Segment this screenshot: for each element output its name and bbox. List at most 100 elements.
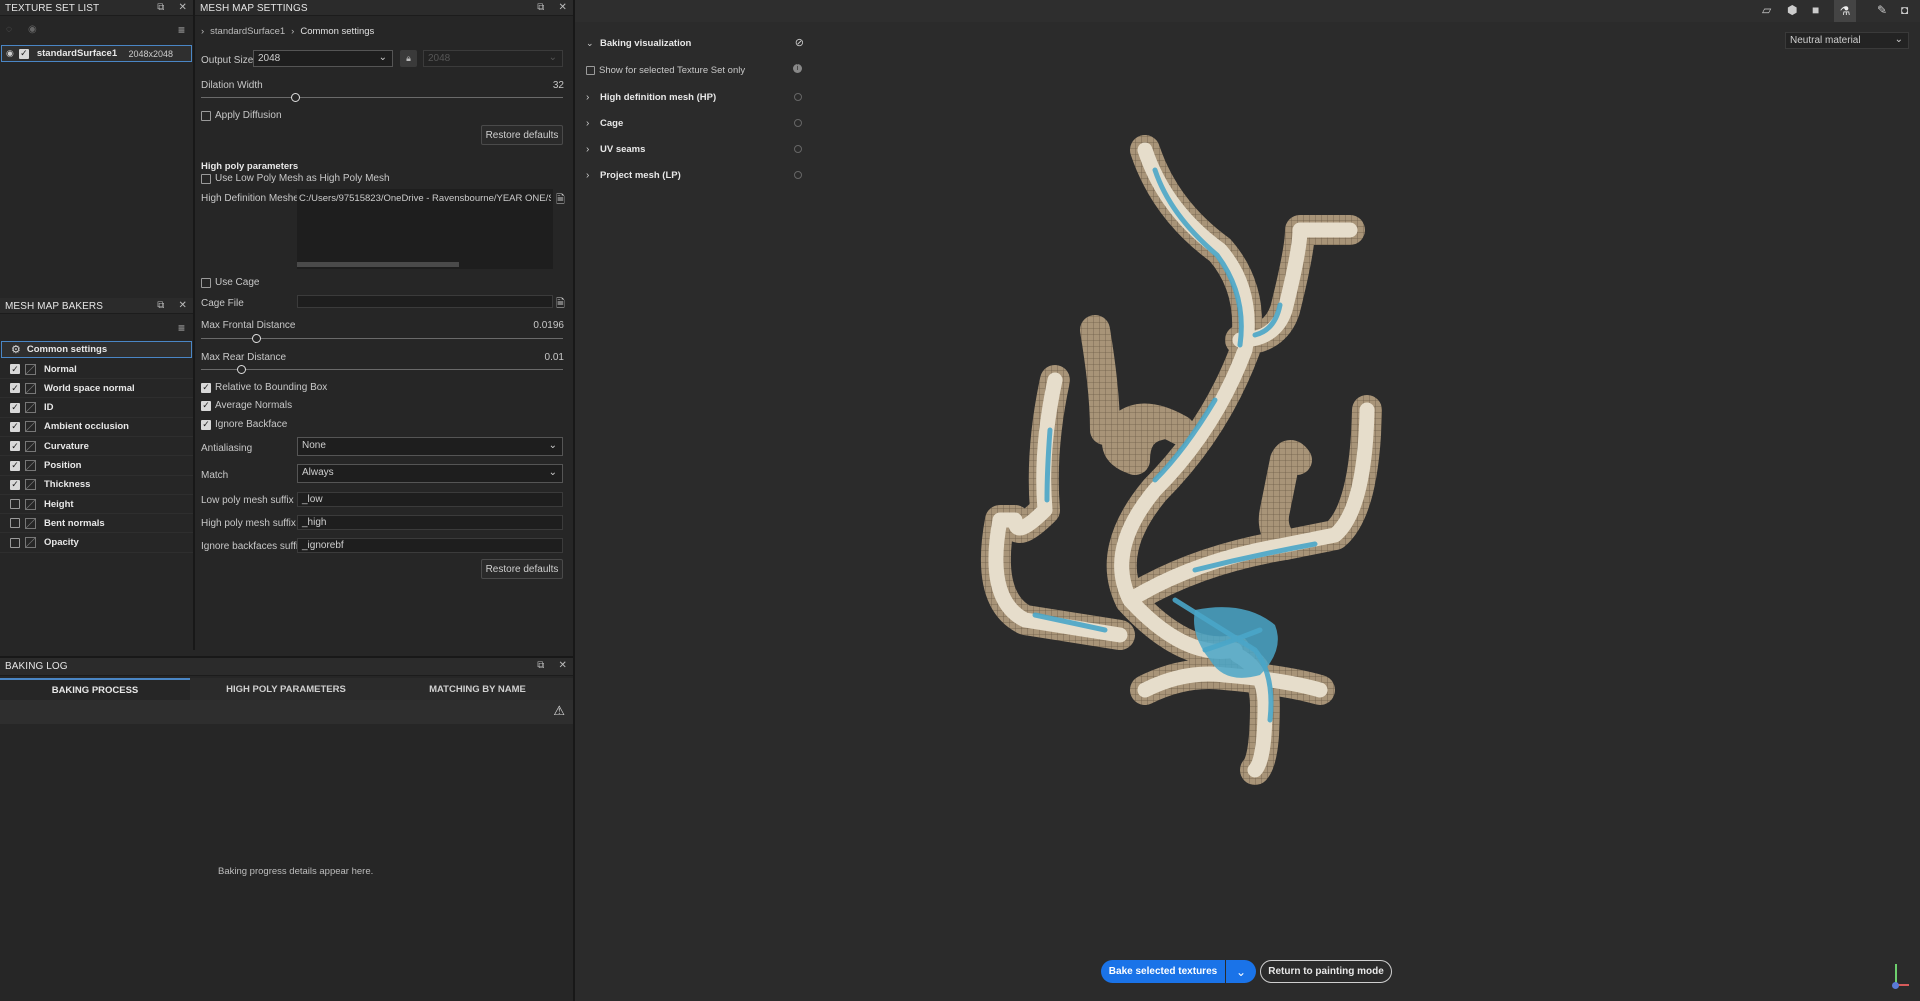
- baker-item[interactable]: ✓ World space normal: [0, 379, 193, 399]
- viz-section-uv-seams-label: UV seams: [600, 143, 646, 155]
- use-cage-checkbox[interactable]: [201, 277, 211, 288]
- cage-file-input[interactable]: [297, 295, 553, 308]
- show-selected-row[interactable]: Show for selected Texture Set only: [586, 65, 745, 76]
- baker-checkbox[interactable]: ✓: [10, 479, 20, 490]
- tab-matching-by-name[interactable]: MATCHING BY NAME: [382, 678, 573, 700]
- max-rear-slider-track[interactable]: [201, 369, 563, 370]
- restore-defaults-button-2[interactable]: Restore defaults: [481, 559, 563, 579]
- close-icon[interactable]: ✕: [559, 660, 567, 671]
- mesh-3d-model[interactable]: [955, 130, 1575, 800]
- hide-icon[interactable]: ◌: [6, 24, 12, 35]
- relative-bbox-label: Relative to Bounding Box: [215, 382, 328, 393]
- bakers-menu-icon[interactable]: ≡: [178, 321, 185, 335]
- max-rear-slider-knob[interactable]: [237, 365, 246, 374]
- baker-checkbox[interactable]: ✓: [10, 364, 20, 374]
- brush-icon[interactable]: ✎: [1877, 3, 1887, 17]
- cube-icon[interactable]: ⬢: [1787, 3, 1797, 17]
- bake-selected-button[interactable]: Bake selected textures: [1101, 960, 1225, 983]
- common-settings-item[interactable]: ⚙ Common settings: [1, 341, 192, 358]
- texture-set-item[interactable]: ◉ ✓ standardSurface1 2048x2048: [1, 45, 192, 62]
- output-size-select[interactable]: 2048 ⌄: [253, 50, 393, 67]
- baker-item[interactable]: ✓ Position: [0, 457, 193, 476]
- bake-mode-icon[interactable]: ⚗: [1834, 0, 1856, 22]
- baker-checkbox[interactable]: [10, 518, 20, 529]
- dilation-slider-knob[interactable]: [291, 93, 300, 102]
- tab-baking-process[interactable]: BAKING PROCESS: [0, 678, 190, 700]
- baker-item[interactable]: Bent normals: [0, 514, 193, 534]
- ignore-backface-row[interactable]: ✓ Ignore Backface: [201, 419, 287, 430]
- max-frontal-slider-knob[interactable]: [252, 334, 261, 343]
- apply-diffusion-row[interactable]: Apply Diffusion: [201, 110, 282, 121]
- show-selected-checkbox[interactable]: [586, 66, 595, 75]
- match-label: Match: [201, 470, 229, 481]
- breadcrumb-texture-set[interactable]: standardSurface1: [210, 26, 285, 37]
- material-select[interactable]: Neutral material ⌄: [1785, 32, 1909, 49]
- baker-item[interactable]: Opacity: [0, 534, 193, 553]
- viz-section-hp[interactable]: › High definition mesh (HP): [586, 90, 806, 104]
- relative-bbox-checkbox[interactable]: ✓: [201, 382, 211, 393]
- baker-item[interactable]: ✓ Normal: [0, 360, 193, 379]
- undock-icon[interactable]: ⧉: [537, 2, 544, 13]
- list-menu-icon[interactable]: ≡: [178, 23, 185, 37]
- use-lp-as-hp-row[interactable]: Use Low Poly Mesh as High Poly Mesh: [201, 173, 390, 184]
- baker-item[interactable]: ✓ ID: [0, 399, 193, 418]
- close-icon[interactable]: ✕: [179, 300, 187, 311]
- baker-checkbox[interactable]: ✓: [10, 421, 20, 432]
- hd-meshes-list[interactable]: C:/Users/97515823/OneDrive - Ravensbourn…: [297, 189, 553, 269]
- restore-defaults-button[interactable]: Restore defaults: [481, 125, 563, 145]
- antialiasing-select[interactable]: None ⌄: [297, 437, 563, 456]
- baker-item[interactable]: ✓ Curvature: [0, 437, 193, 457]
- baker-checkbox[interactable]: ✓: [10, 460, 20, 471]
- visibility-off-icon[interactable]: ⊘: [795, 36, 804, 49]
- baker-item[interactable]: Height: [0, 495, 193, 515]
- undock-icon[interactable]: ⧉: [157, 300, 164, 311]
- bake-options-dropdown[interactable]: ⌄: [1226, 960, 1256, 983]
- average-normals-checkbox[interactable]: ✓: [201, 400, 211, 411]
- viz-section-cage[interactable]: › Cage: [586, 116, 806, 130]
- viz-section-uv-seams[interactable]: › UV seams: [586, 142, 806, 156]
- close-icon[interactable]: ✕: [559, 2, 567, 13]
- baker-checkbox[interactable]: ✓: [10, 402, 20, 413]
- high-suffix-input[interactable]: _high: [297, 515, 563, 530]
- low-suffix-input[interactable]: _low: [297, 492, 563, 507]
- eye-icon[interactable]: ◉: [28, 24, 37, 35]
- baker-checkbox[interactable]: ✓: [10, 441, 20, 452]
- hd-meshes-scrollbar[interactable]: [297, 262, 459, 267]
- info-icon[interactable]: i: [793, 64, 802, 73]
- gear-icon: ⚙: [11, 344, 21, 356]
- use-cage-row[interactable]: Use Cage: [201, 277, 259, 288]
- screenshot-camera-icon[interactable]: ◘: [1901, 3, 1908, 17]
- baker-checkbox[interactable]: [10, 537, 20, 548]
- undock-icon[interactable]: ⧉: [537, 660, 544, 671]
- file-icon[interactable]: 🗎: [556, 191, 565, 210]
- baker-item[interactable]: ✓ Ambient occlusion: [0, 418, 193, 437]
- warning-icon[interactable]: ⚠: [553, 703, 565, 719]
- file-icon[interactable]: 🗎: [556, 295, 565, 314]
- undock-icon[interactable]: ⧉: [157, 2, 164, 13]
- viz-section-project-mesh[interactable]: › Project mesh (LP): [586, 168, 806, 182]
- ignore-suffix-input[interactable]: _ignorebf: [297, 538, 563, 553]
- selection-icon[interactable]: ▱: [1762, 3, 1771, 17]
- high-suffix-label: High poly mesh suffix: [201, 518, 296, 529]
- average-normals-row[interactable]: ✓ Average Normals: [201, 400, 292, 411]
- use-lp-as-hp-checkbox[interactable]: [201, 173, 211, 184]
- apply-diffusion-checkbox[interactable]: [201, 110, 211, 121]
- lock-icon[interactable]: 🔒︎: [400, 50, 417, 67]
- return-painting-button[interactable]: Return to painting mode: [1260, 960, 1392, 983]
- match-select[interactable]: Always ⌄: [297, 464, 563, 483]
- baker-checkbox[interactable]: ✓: [10, 383, 20, 394]
- texture-set-list-panel: TEXTURE SET LIST ⧉ ✕ ◌ ◉ ≡ ◉ ✓ standardSu…: [0, 0, 193, 296]
- baking-viz-header[interactable]: ⌄ Baking visualization ⊘: [586, 36, 806, 50]
- breadcrumb-current: Common settings: [300, 26, 375, 37]
- dilation-slider-track[interactable]: [201, 97, 563, 98]
- relative-bbox-row[interactable]: ✓ Relative to Bounding Box: [201, 382, 327, 393]
- tab-high-poly-parameters[interactable]: HIGH POLY PARAMETERS: [190, 678, 382, 700]
- baker-checkbox[interactable]: [10, 499, 20, 510]
- viewport[interactable]: ▱ ⬢ ■ ⚗ ✎ ◘ Neutral material ⌄ ⌄ Baking …: [575, 0, 1920, 1001]
- visibility-eye-icon[interactable]: ◉: [6, 48, 14, 59]
- ignore-backface-checkbox[interactable]: ✓: [201, 419, 211, 430]
- camera-video-icon[interactable]: ■: [1812, 3, 1819, 17]
- baker-item[interactable]: ✓ Thickness: [0, 476, 193, 495]
- texture-set-checkbox[interactable]: ✓: [18, 48, 29, 59]
- close-icon[interactable]: ✕: [179, 2, 187, 13]
